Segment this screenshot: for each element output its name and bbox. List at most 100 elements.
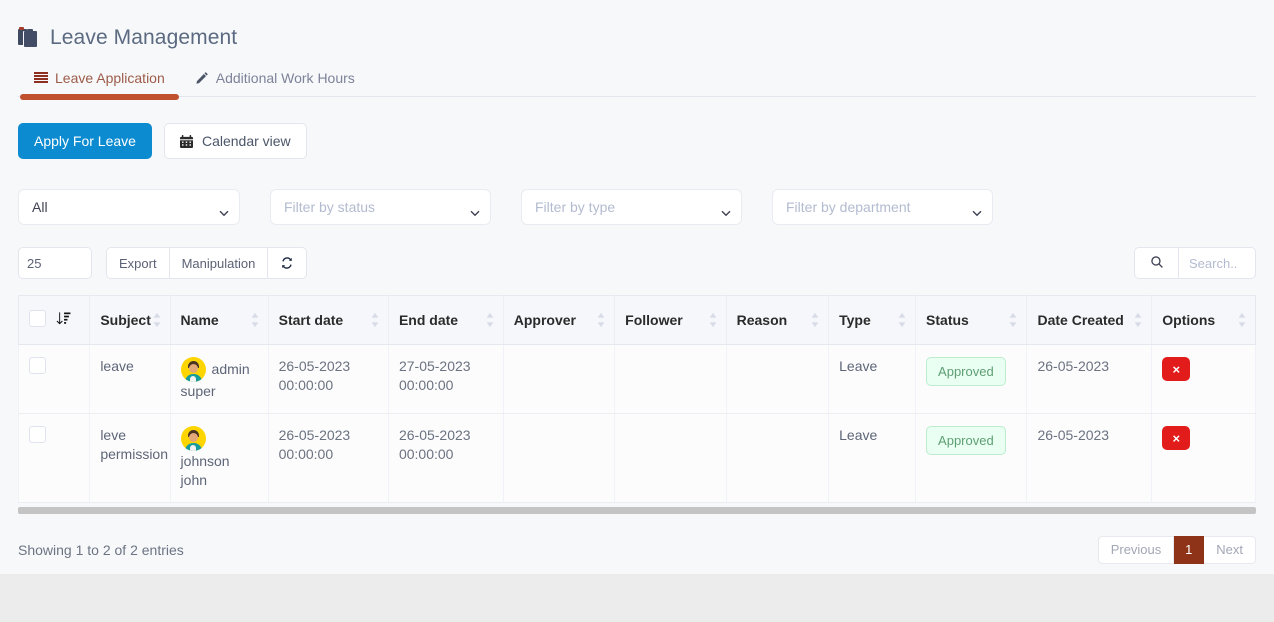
start-date: 26-05-2023 bbox=[278, 358, 351, 374]
data-table-wrapper: Subject Name Start date End date Approve… bbox=[17, 295, 1256, 514]
refresh-button[interactable] bbox=[268, 247, 308, 279]
filter-bar: All Filter by status Filter by type Filt… bbox=[18, 189, 1256, 225]
pencil-icon bbox=[195, 71, 209, 85]
pagination: Previous 1 Next bbox=[1097, 535, 1256, 564]
end-time: 00:00:00 bbox=[398, 377, 454, 393]
cell-end-date: 26-05-2023 00:00:00 bbox=[388, 413, 504, 503]
page-footer-strip bbox=[0, 574, 1274, 622]
th-start-date[interactable]: Start date bbox=[268, 295, 389, 345]
documents-icon bbox=[18, 27, 40, 49]
search-button[interactable] bbox=[1134, 247, 1179, 279]
search-input[interactable] bbox=[1179, 247, 1256, 279]
cell-follower bbox=[614, 413, 727, 503]
pagination-previous[interactable]: Previous bbox=[1097, 535, 1175, 564]
cell-end-date: 27-05-2023 00:00:00 bbox=[388, 344, 504, 414]
pagination-page-1[interactable]: 1 bbox=[1174, 535, 1205, 564]
name-second: super bbox=[180, 383, 216, 399]
table-toolbar: 25 Export Manipulation bbox=[18, 247, 1256, 279]
th-subject[interactable]: Subject bbox=[89, 295, 171, 345]
delete-row-button[interactable]: × bbox=[1162, 426, 1191, 450]
cell-follower bbox=[614, 344, 727, 414]
filter-scope-select[interactable]: All bbox=[18, 189, 240, 225]
start-time: 00:00:00 bbox=[278, 446, 334, 462]
start-time: 00:00:00 bbox=[278, 377, 334, 393]
calendar-view-label: Calendar view bbox=[201, 133, 291, 149]
cell-name: johnson john bbox=[170, 413, 269, 503]
th-type[interactable]: Type bbox=[828, 295, 917, 345]
chevron-down-icon bbox=[470, 204, 480, 217]
sort-toggle-icon bbox=[153, 313, 161, 327]
sort-toggle-icon bbox=[1134, 313, 1142, 327]
th-start-date-label: Start date bbox=[278, 312, 344, 328]
horizontal-scrollbar[interactable] bbox=[18, 506, 1256, 514]
th-end-date-label: End date bbox=[398, 312, 459, 328]
calendar-icon bbox=[179, 134, 193, 148]
end-date: 26-05-2023 bbox=[398, 427, 471, 443]
filter-type-value: Filter by type bbox=[535, 199, 616, 215]
row-checkbox[interactable] bbox=[29, 357, 46, 374]
sort-toggle-icon bbox=[1009, 313, 1017, 327]
sort-toggle-icon bbox=[811, 313, 819, 327]
filter-department-value: Filter by department bbox=[786, 199, 911, 215]
subject-line-1: leve bbox=[100, 427, 126, 443]
cell-reason bbox=[726, 344, 830, 414]
cell-date-created: 26-05-2023 bbox=[1026, 413, 1153, 503]
row-checkbox[interactable] bbox=[29, 426, 46, 443]
table-row[interactable]: leve permission johnson john 26-05-2023 … bbox=[17, 413, 1256, 503]
cell-type: Leave bbox=[828, 413, 917, 503]
cell-start-date: 26-05-2023 00:00:00 bbox=[268, 344, 389, 414]
table-button-group: Export Manipulation bbox=[106, 247, 308, 279]
th-approver[interactable]: Approver bbox=[503, 295, 616, 345]
page-title: Leave Management bbox=[18, 0, 1256, 50]
th-name[interactable]: Name bbox=[170, 295, 269, 345]
leave-applications-table: Subject Name Start date End date Approve… bbox=[17, 295, 1256, 503]
calendar-view-button[interactable]: Calendar view bbox=[163, 123, 307, 159]
sort-toggle-icon bbox=[898, 313, 906, 327]
page-container: Leave Management Leave Application Addit… bbox=[0, 0, 1274, 574]
filter-type-select[interactable]: Filter by type bbox=[521, 189, 742, 225]
sort-toggle-icon bbox=[597, 313, 605, 327]
tab-additional-work-hours-label: Additional Work Hours bbox=[215, 70, 355, 86]
page-length-select[interactable]: 25 bbox=[18, 247, 92, 279]
cell-subject: leve permission bbox=[89, 413, 171, 503]
th-status[interactable]: Status bbox=[915, 295, 1028, 345]
name-first: johnson bbox=[180, 452, 230, 469]
th-options[interactable]: Options bbox=[1151, 295, 1256, 345]
table-row[interactable]: leave admin super 26-05-2023 00:00:00 27… bbox=[17, 344, 1256, 414]
chevron-down-icon bbox=[972, 204, 982, 217]
sort-toggle-icon bbox=[486, 313, 494, 327]
name-first: admin bbox=[211, 361, 250, 377]
cell-date-created: 26-05-2023 bbox=[1026, 344, 1153, 414]
table-header-row: Subject Name Start date End date Approve… bbox=[17, 295, 1256, 345]
sort-toggle-icon bbox=[251, 313, 259, 327]
cell-approver bbox=[503, 344, 616, 414]
manipulation-button[interactable]: Manipulation bbox=[169, 247, 269, 279]
th-date-created-label: Date Created bbox=[1037, 312, 1124, 328]
cell-select bbox=[17, 413, 91, 503]
chevron-down-icon bbox=[219, 204, 229, 217]
export-button[interactable]: Export bbox=[106, 247, 170, 279]
cell-select bbox=[17, 344, 91, 414]
apply-for-leave-button[interactable]: Apply For Leave bbox=[18, 123, 152, 159]
entries-info: Showing 1 to 2 of 2 entries bbox=[18, 541, 184, 558]
start-date: 26-05-2023 bbox=[278, 427, 351, 443]
tab-additional-work-hours[interactable]: Additional Work Hours bbox=[193, 66, 357, 96]
th-end-date[interactable]: End date bbox=[388, 295, 504, 345]
search-icon bbox=[1150, 255, 1164, 272]
filter-department-select[interactable]: Filter by department bbox=[772, 189, 993, 225]
th-date-created[interactable]: Date Created bbox=[1026, 295, 1153, 345]
tab-leave-application[interactable]: Leave Application bbox=[20, 66, 179, 100]
th-follower[interactable]: Follower bbox=[614, 295, 727, 345]
sort-amount-down-icon[interactable] bbox=[56, 311, 71, 326]
select-all-checkbox[interactable] bbox=[29, 310, 46, 327]
sort-toggle-icon bbox=[1238, 313, 1246, 327]
filter-status-select[interactable]: Filter by status bbox=[270, 189, 491, 225]
cell-name: admin super bbox=[170, 344, 269, 414]
user-avatar-icon bbox=[180, 426, 206, 451]
end-time: 00:00:00 bbox=[398, 446, 454, 462]
th-name-label: Name bbox=[180, 312, 219, 328]
cell-status: Approved bbox=[915, 413, 1028, 503]
pagination-next[interactable]: Next bbox=[1204, 535, 1256, 564]
delete-row-button[interactable]: × bbox=[1162, 357, 1191, 381]
th-reason[interactable]: Reason bbox=[726, 295, 830, 345]
